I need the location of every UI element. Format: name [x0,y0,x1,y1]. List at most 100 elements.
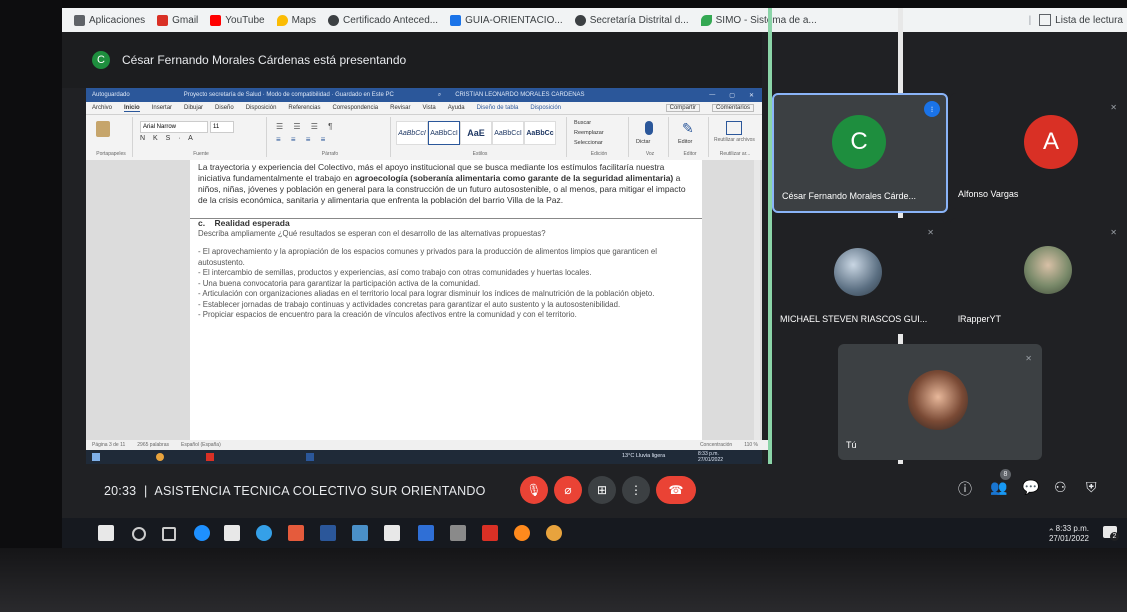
bookmark-apps[interactable]: Aplicaciones [74,14,145,26]
align-icons[interactable]: ≡ ≡ ≡ ≡ [276,135,329,144]
task-view-icon[interactable] [162,527,176,541]
share-button[interactable]: Compartir [665,104,700,112]
meeting-info-button[interactable]: ⓘ [958,479,972,499]
participant-tile-rapper[interactable]: lRapperYT ✕ [950,218,1127,334]
menu-disposicion-tabla[interactable]: Disposición [530,105,561,111]
select-button[interactable]: Seleccionar [574,140,603,146]
end-call-button[interactable]: ☎ [656,476,696,504]
funnel-icon [450,14,462,26]
host-controls-button[interactable]: ⛨ [1086,479,1097,496]
doc-paragraph: La trayectoria y experiencia del Colecti… [190,160,702,219]
participant-tile-cesar[interactable]: C César Fernando Morales Cárde... ⁝ [772,93,948,213]
microphone-icon[interactable] [645,121,653,135]
bookmark-maps[interactable]: Maps [276,14,316,26]
participant-tile-alfonso[interactable]: A Alfonso Vargas ✕ [950,93,1127,209]
menu-diseno-tabla[interactable]: Diseño de tabla [477,105,519,111]
app-icon[interactable] [450,525,466,541]
acrobat-icon [206,453,214,461]
people-button[interactable]: 👥 8 [990,469,1011,496]
ie-icon[interactable] [256,525,272,541]
shared-taskbar: 13°C Lluvia ligera 8:33 p.m. 27/01/2022 [86,450,762,464]
find-button[interactable]: Buscar [574,120,591,126]
comments-button[interactable]: Comentarios [711,104,754,112]
taskbar-clock[interactable]: 8:33 p.m. 27/01/2022 [1049,524,1089,544]
activities-button[interactable]: ⚇ [1054,479,1067,496]
zoom-level[interactable]: 110 % [744,442,758,448]
globe-icon [574,14,586,26]
camera-off-icon: ⌀ [564,483,572,497]
replace-button[interactable]: Reemplazar [574,130,604,136]
word-icon[interactable] [320,525,336,541]
font-size-select[interactable]: 11 [210,121,234,133]
windows-start-icon [92,453,100,461]
bookmark-secretaria[interactable]: Secretaría Distrital d... [574,14,689,26]
font-format-icons[interactable]: N K S · A [140,135,196,142]
participant-count-badge: 8 [1000,469,1011,480]
menu-vista[interactable]: Vista [422,105,435,111]
bookmarks-bar: Aplicaciones Gmail YouTube Maps Certific… [62,8,1127,32]
bookmark-guia[interactable]: GUIA-ORIENTACIO... [450,14,563,26]
menu-dibujar[interactable]: Dibujar [184,105,203,111]
menu-diseno[interactable]: Diseño [215,105,234,111]
bookmark-simo[interactable]: SIMO - Sistema de a... [700,14,817,26]
participant-name: Tú [846,440,857,450]
firefox-icon[interactable] [514,525,530,541]
font-name-select[interactable]: Arial Narrow [140,121,208,133]
paragraph-icons[interactable]: ☰ ☰ ☰ ¶ [276,122,336,131]
weather-text: 13°C Lluvia ligera [622,453,666,459]
menu-revisar[interactable]: Revisar [390,105,410,111]
menu-correspondencia[interactable]: Correspondencia [332,105,378,111]
chat-button[interactable]: 💬 [1022,479,1039,496]
edge-icon[interactable] [194,525,210,541]
present-button[interactable]: ⊞ [588,476,616,504]
paste-icon[interactable] [96,121,110,137]
participant-name: César Fernando Morales Cárde... [782,191,917,201]
chrome-icon[interactable] [546,525,562,541]
style-normal[interactable]: AaBbCcI [428,121,460,145]
menu-disposicion[interactable]: Disposición [246,105,277,111]
word-status-bar: Página 3 de 11 2965 palabras Español (Es… [86,440,768,450]
pdf-icon[interactable] [384,525,400,541]
reuse-files-icon[interactable] [726,121,742,135]
menu-inicio[interactable]: Inicio [124,105,140,112]
windows-start-icon[interactable] [98,525,114,541]
vertical-scrollbar[interactable] [754,160,760,440]
chat-icon: 💬 [1022,479,1040,495]
office-app-icon[interactable] [288,525,304,541]
style-title[interactable]: AaBbCcI [492,121,524,145]
file-explorer-icon[interactable] [352,525,368,541]
store-icon[interactable] [224,525,240,541]
app-icon[interactable] [418,525,434,541]
reading-list-icon [1039,14,1052,26]
monitor-bezel-bottom [0,548,1127,612]
camera-toggle-button[interactable]: ⌀ [554,476,582,504]
focus-button[interactable]: Concentración [700,442,732,448]
mic-off-icon: ✕ [1025,354,1032,363]
bookmark-certificado[interactable]: Certificado Anteced... [328,14,438,26]
bookmark-gmail[interactable]: Gmail [157,14,198,26]
reuse-group: Reutilizar archivos Reutilizar ar... [712,117,758,157]
editing-group: Buscar Reemplazar Seleccionar Edición [570,117,629,157]
bookmark-youtube[interactable]: YouTube [210,14,265,26]
mic-off-icon: ✕ [1110,228,1117,237]
style-title2[interactable]: AaBbCc [524,121,556,145]
reading-list-button[interactable]: | Lista de lectura [1029,14,1123,26]
editor-pen-icon[interactable]: ✎ [682,120,694,137]
style-emphasis[interactable]: AaBbCcI [396,121,428,145]
present-screen-icon: ⊞ [596,483,608,497]
more-options-button[interactable]: ⋮ [622,476,650,504]
search-icon[interactable] [132,527,146,541]
participant-tile-michael[interactable]: MICHAEL STEVEN RIASCOS GUI... ✕ [772,218,944,334]
menu-referencias[interactable]: Referencias [288,105,320,111]
notification-icon[interactable]: 2 [1103,526,1119,541]
document-page[interactable]: La trayectoria y experiencia del Colecti… [190,160,702,440]
meeting-details[interactable]: 20:33 | ASISTENCIA TECNICA COLECTIVO SUR… [104,484,486,498]
acrobat-icon[interactable] [482,525,498,541]
menu-archivo[interactable]: Archivo [92,105,112,111]
style-subtitle[interactable]: AaE [460,121,492,145]
participant-tile-self[interactable]: Tú ✕ [838,344,1042,460]
mic-toggle-button[interactable]: 🎙 [520,476,548,504]
menu-ayuda[interactable]: Ayuda [448,105,465,111]
shield-icon: ⛨ [1086,479,1097,495]
menu-insertar[interactable]: Insertar [152,105,172,111]
